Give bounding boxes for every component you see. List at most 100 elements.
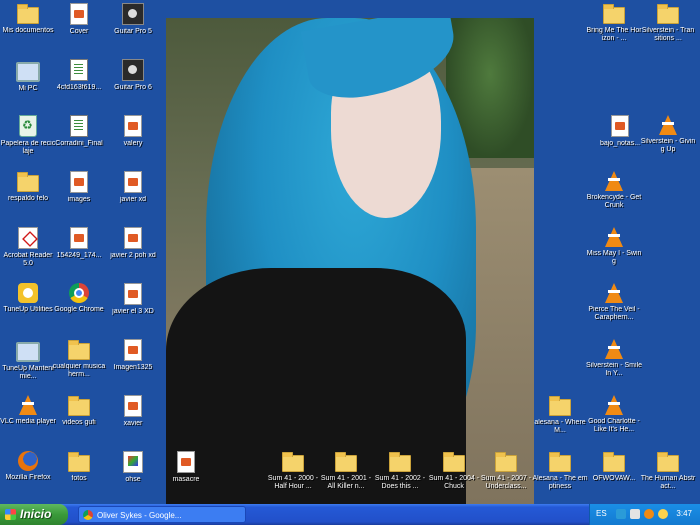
desktop-icon[interactable]: javier el 3 XD bbox=[105, 283, 161, 316]
taskbar-item-chrome[interactable]: Oliver Sykes - Google... bbox=[78, 506, 246, 523]
desktop-icon[interactable]: Alesana - The emptiness bbox=[532, 451, 588, 491]
desktop-icon[interactable]: valery bbox=[105, 115, 161, 148]
media-icon bbox=[124, 115, 142, 137]
desktop-icon[interactable]: ohse bbox=[105, 451, 161, 484]
folder-icon bbox=[68, 452, 90, 472]
desktop-icon-label: javier el 3 XD bbox=[112, 308, 154, 315]
desktop-icon[interactable]: xavier bbox=[105, 395, 161, 428]
desktop-icon-label: masacre bbox=[172, 476, 200, 483]
desktop-icon[interactable]: TuneUp Utilities bbox=[0, 283, 56, 314]
desktop-icon[interactable]: The Human Abstract... bbox=[640, 451, 696, 491]
chrome-icon bbox=[69, 283, 89, 303]
tune-icon bbox=[18, 283, 38, 303]
desktop-icon[interactable]: masacre bbox=[158, 451, 214, 484]
desktop-icon[interactable]: Sum 41 - 2001 - All Killer n... bbox=[318, 451, 374, 491]
guitar-icon bbox=[122, 59, 144, 81]
desktop-icon-label: Google Chrome bbox=[54, 306, 104, 313]
volume-icon[interactable] bbox=[630, 509, 640, 519]
folder-icon bbox=[443, 452, 465, 472]
desktop-icon[interactable]: 4cfd163f619... bbox=[51, 59, 107, 92]
desktop-icon-label: Guitar Pro 5 bbox=[114, 28, 152, 35]
desktop-icon-label: respaldo felo bbox=[7, 195, 49, 202]
desktop-icon[interactable]: fotos bbox=[51, 451, 107, 483]
desktop-icon[interactable]: Miss May I - Swing bbox=[586, 227, 642, 266]
desktop-icon[interactable]: Acrobat Reader 5.0 bbox=[0, 227, 56, 268]
desktop-icon[interactable]: respaldo felo bbox=[0, 171, 56, 203]
pdf-icon bbox=[18, 227, 38, 249]
folder-icon bbox=[282, 452, 304, 472]
tray-app-icon[interactable] bbox=[658, 509, 668, 519]
desktop-icon[interactable]: Silverstein - Giving Up bbox=[640, 115, 696, 154]
cone-icon bbox=[605, 283, 623, 303]
desktop-icon[interactable]: Cover bbox=[51, 3, 107, 36]
media-icon bbox=[124, 171, 142, 193]
desktop-icon-label: Good Charlotte - Like It's He... bbox=[588, 418, 640, 433]
vlc-tray-icon[interactable] bbox=[644, 509, 654, 519]
desktop-icon[interactable]: Sum 41 - 2004 - Chuck bbox=[426, 451, 482, 491]
desktop-icon-label: javier xd bbox=[119, 196, 147, 203]
media-icon bbox=[124, 283, 142, 305]
desktop-icon[interactable]: Papelera de reciclaje bbox=[0, 115, 56, 156]
desktop-icon[interactable]: javier 2 poh xd bbox=[105, 227, 161, 260]
desktop-icon[interactable]: Silverstein - Transitions ... bbox=[640, 3, 696, 43]
desktop-icon[interactable]: TuneUp Mantenimie... bbox=[0, 339, 56, 381]
desktop-icon[interactable]: Mozilla Firefox bbox=[0, 451, 56, 482]
desktop-icon-label: ohse bbox=[125, 476, 141, 483]
desktop-icon[interactable]: Guitar Pro 6 bbox=[105, 59, 161, 92]
media-icon bbox=[70, 3, 88, 25]
desktop-icon-label: TuneUp Utilities bbox=[3, 306, 53, 313]
desktop-icon[interactable]: alesana - Where M... bbox=[532, 395, 588, 435]
media-icon bbox=[124, 227, 142, 249]
desktop-icon[interactable]: Imagen1325 bbox=[105, 339, 161, 372]
desktop-icon[interactable]: Guitar Pro 5 bbox=[105, 3, 161, 36]
desktop-icon[interactable]: Sum 41 - 2002 - Does this ... bbox=[372, 451, 428, 491]
desktop-icon[interactable]: Brokencyde - Get Crunk bbox=[586, 171, 642, 210]
desktop-icon-label: Sum 41 - 2001 - All Killer n... bbox=[320, 475, 372, 490]
language-indicator[interactable]: ES bbox=[596, 509, 607, 518]
desktop-icon[interactable]: Google Chrome bbox=[51, 283, 107, 314]
desktop-icon-label: Sum 41 - 2000 - Half Hour ... bbox=[267, 475, 319, 490]
desktop-icon-label: 4cfd163f619... bbox=[56, 84, 102, 91]
desktop-icon-label: cualquier musica herm... bbox=[52, 363, 106, 378]
desktop-icon[interactable]: Good Charlotte - Like It's He... bbox=[586, 395, 642, 434]
desktop-icon[interactable]: cualquier musica herm... bbox=[51, 339, 107, 379]
desktop-icon-label: OFWOVAW... bbox=[592, 475, 636, 482]
desktop-icon-label: Cover bbox=[69, 28, 89, 35]
desktop-icon[interactable]: javier xd bbox=[105, 171, 161, 204]
desktop-icon[interactable]: OFWOVAW... bbox=[586, 451, 642, 483]
folder-icon bbox=[389, 452, 411, 472]
doc-icon bbox=[70, 115, 88, 137]
desktop-icon-label: VLC media player bbox=[0, 418, 56, 425]
network-icon[interactable] bbox=[616, 509, 626, 519]
media-icon bbox=[124, 395, 142, 417]
desktop: Mis documentos Cover Guitar Pro 5 Mi PC 4cfd… bbox=[0, 0, 700, 504]
desktop-icon-label: Corradini_Final bbox=[55, 140, 103, 147]
desktop-icon[interactable]: Pierce The Veil - Caraphern... bbox=[586, 283, 642, 322]
desktop-icon[interactable]: Sum 41 - 2007 - Underclass... bbox=[478, 451, 534, 491]
folder-icon bbox=[603, 4, 625, 24]
desktop-icon-label: Papelera de reciclaje bbox=[0, 140, 56, 155]
desktop-icon-label: Sum 41 - 2002 - Does this ... bbox=[374, 475, 426, 490]
desktop-icon[interactable]: images bbox=[51, 171, 107, 204]
desktop-icon[interactable]: Mi PC bbox=[0, 59, 56, 93]
desktop-icon[interactable]: Corradini_Final bbox=[51, 115, 107, 148]
desktop-icon-label: Guitar Pro 6 bbox=[114, 84, 152, 91]
desktop-icon-label: fotos bbox=[71, 475, 87, 482]
folder-icon bbox=[657, 4, 679, 24]
cone-icon bbox=[605, 171, 623, 191]
start-label: Inicio bbox=[20, 507, 52, 521]
desktop-icon[interactable]: Sum 41 - 2000 - Half Hour ... bbox=[265, 451, 321, 491]
guitar-icon bbox=[122, 3, 144, 25]
desktop-icon[interactable]: 154249_174... bbox=[51, 227, 107, 260]
desktop-icon-label: Silverstein - Giving Up bbox=[640, 138, 696, 153]
paint-icon bbox=[123, 451, 143, 473]
desktop-icon[interactable]: VLC media player bbox=[0, 395, 56, 426]
desktop-icon-label: alesana - Where M... bbox=[534, 419, 586, 434]
desktop-icon[interactable]: Silverstein - Smile In Y... bbox=[586, 339, 642, 378]
desktop-icon[interactable]: Bring Me The Horizon - ... bbox=[586, 3, 642, 43]
start-button[interactable]: Inicio bbox=[0, 504, 68, 525]
desktop-icon[interactable]: Mis documentos bbox=[0, 3, 56, 35]
folder-icon bbox=[549, 396, 571, 416]
wallpaper-photo bbox=[166, 18, 534, 504]
desktop-icon[interactable]: videos gufi bbox=[51, 395, 107, 427]
